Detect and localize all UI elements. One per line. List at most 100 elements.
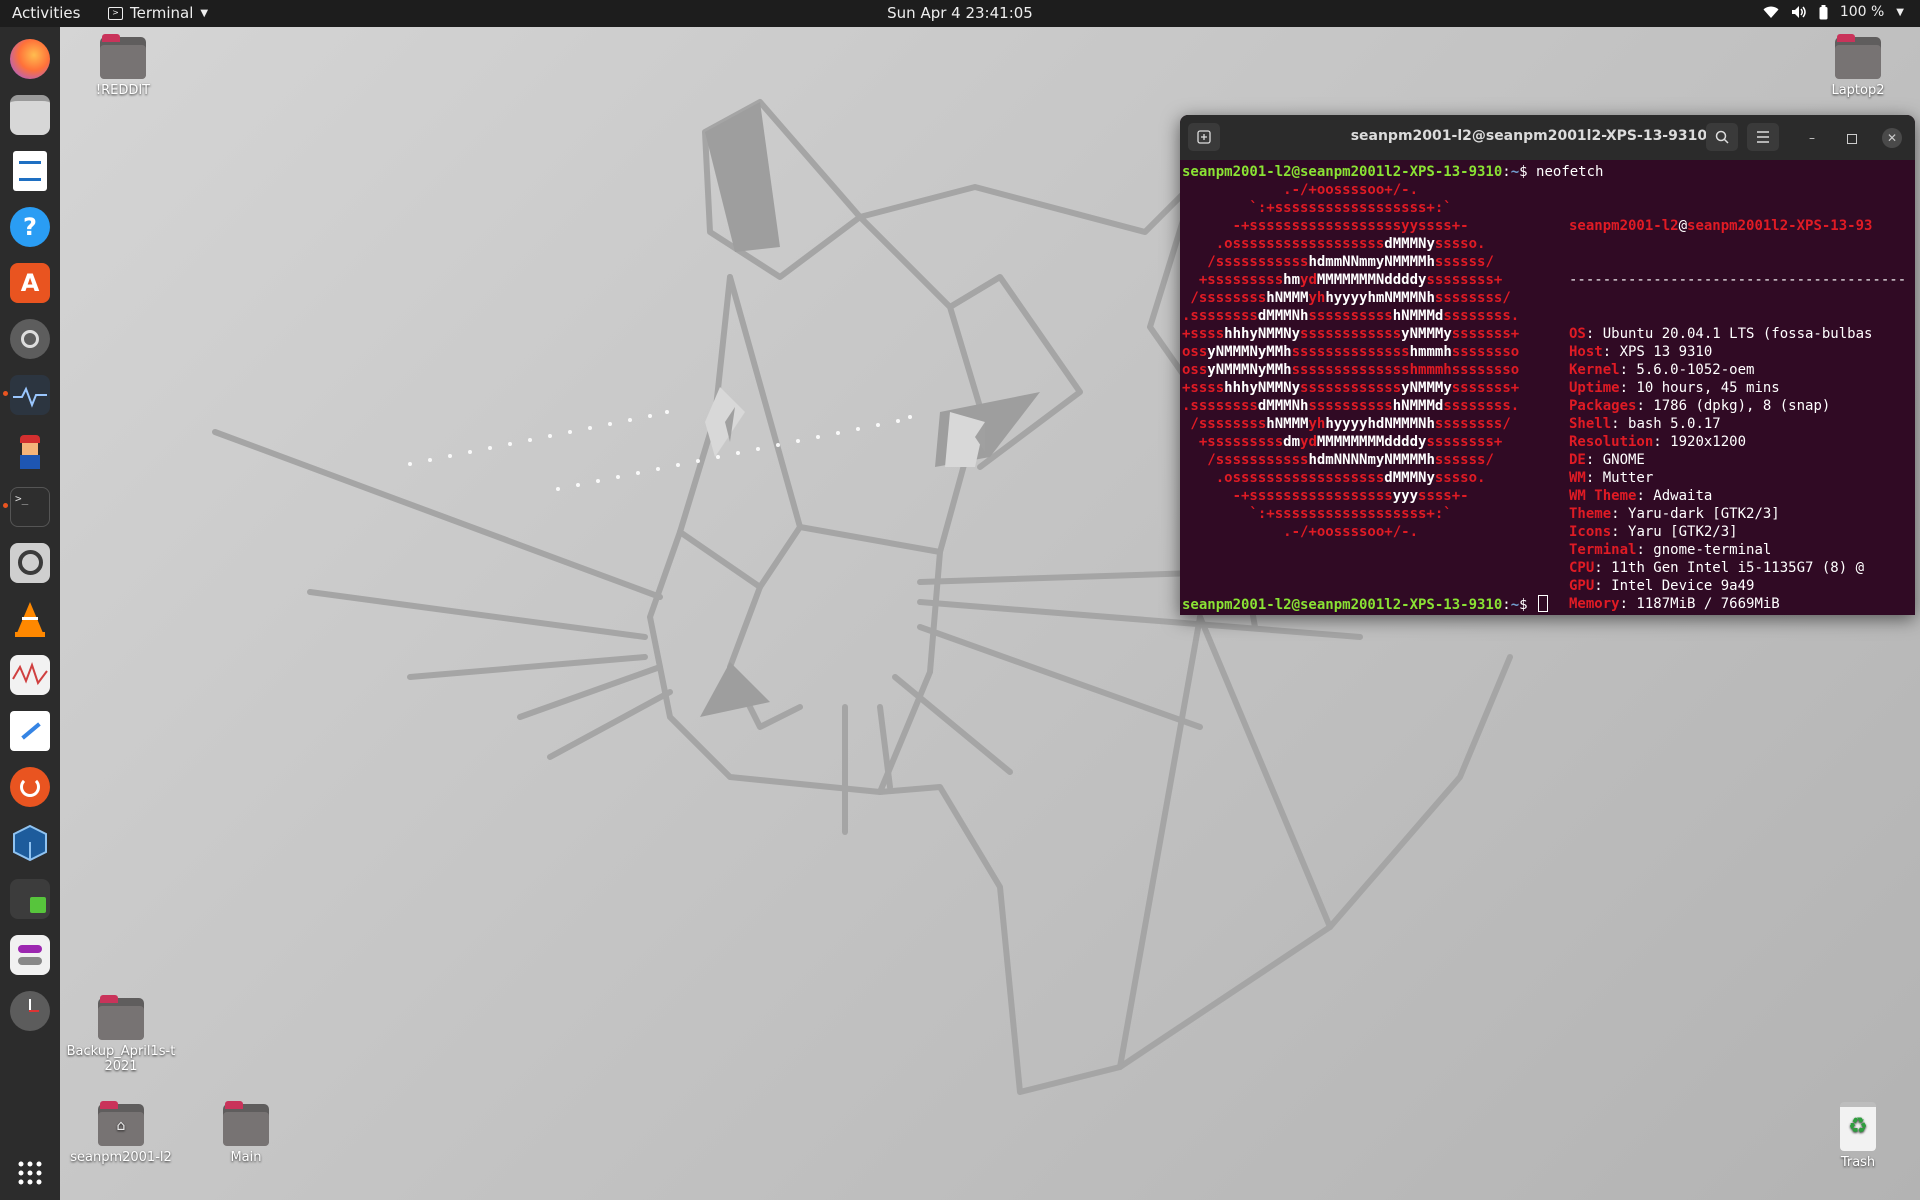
text-editor-icon[interactable]: [10, 711, 50, 751]
ascii-art-line: /ssssssssssshdmNNNNmyNMMMMhssssss/: [1182, 451, 1519, 469]
extension-icon[interactable]: [10, 879, 50, 919]
chevron-down-icon: ▼: [200, 7, 209, 19]
info-value: : GNOME: [1585, 452, 1645, 468]
close-button[interactable]: ✕: [1882, 128, 1902, 148]
ascii-art-segment: hNMMMd: [1392, 308, 1444, 324]
info-key: OS: [1569, 326, 1586, 342]
ascii-art-segment: ssssssssss: [1308, 398, 1393, 414]
tweaks-icon[interactable]: [10, 935, 50, 975]
prompt-user: seanpm2001-l2@seanpm2001l2-XPS-13-9310: [1182, 164, 1503, 180]
ascii-art-segment: ssssssssssss: [1300, 380, 1402, 396]
ascii-art-segment: sssssss+: [1451, 380, 1520, 396]
ascii-art-segment: ssssssssssss: [1300, 326, 1402, 342]
ascii-art-segment: yNMMMy: [1401, 380, 1452, 396]
app-menu[interactable]: > Terminal ▼: [108, 4, 208, 22]
info-value: : bash 5.0.17: [1611, 416, 1721, 432]
ascii-art-line: +ssssssssshmydMMMMMMMNddddyssssssss+: [1182, 271, 1519, 289]
desktop-folder-backup[interactable]: Backup_April1s-t2021: [66, 995, 176, 1074]
info-line: OS: Ubuntu 20.04.1 LTS (fossa-bulbas: [1569, 325, 1906, 343]
help-icon[interactable]: ?: [10, 207, 50, 247]
info-line: CPU: 11th Gen Intel i5-1135G7 (8) @: [1569, 559, 1906, 577]
terminal-window[interactable]: seanpm2001-l2@seanpm2001l2-XPS-13-9310 : …: [1180, 115, 1915, 615]
magnifier-icon[interactable]: [10, 543, 50, 583]
ascii-art-segment: hNMMM: [1266, 290, 1309, 306]
terminal-title: seanpm2001-l2@seanpm2001l2-XPS-13-9310: …: [1350, 128, 1730, 144]
minimize-icon: –: [1809, 131, 1815, 145]
ascii-art-line: ossyNMMMNyMMhsssssssssssssshmmmhssssssso: [1182, 361, 1519, 379]
terminal-icon[interactable]: >_: [10, 487, 50, 527]
ascii-art-line: .ossssssssssssssssssdMMMNysssso.: [1182, 235, 1519, 253]
prompt-user: seanpm2001-l2@seanpm2001l2-XPS-13-9310: [1182, 597, 1503, 613]
game-icon[interactable]: [10, 431, 50, 471]
ascii-art-segment: oss: [1182, 344, 1208, 360]
info-value: : 1920x1200: [1653, 434, 1747, 450]
desktop-trash[interactable]: ♻ Trash: [1803, 1102, 1913, 1170]
apps-grid-icon[interactable]: [18, 1161, 42, 1185]
desktop-folder-laptop2[interactable]: Laptop2: [1803, 34, 1913, 98]
firefox-icon[interactable]: [10, 39, 50, 79]
activities-button[interactable]: Activities: [12, 4, 80, 22]
desktop-icon-label: seanpm2001-l2: [70, 1150, 172, 1165]
info-value: : Yaru [GTK2/3]: [1611, 524, 1738, 540]
ascii-art-segment: dMMMNy: [1384, 236, 1435, 252]
info-value: : Intel Device 9a49: [1594, 578, 1755, 594]
info-value: : Yaru-dark [GTK2/3]: [1611, 506, 1780, 522]
system-tray[interactable]: 100 % ▼: [1763, 4, 1904, 20]
ascii-art-segment: MMMMMMMMddddy: [1316, 434, 1427, 450]
ascii-art-segment: sssssssssssssshmmmhssssssso: [1291, 362, 1520, 378]
ascii-art-segment: +ssss: [1182, 326, 1225, 342]
terminal-app-icon: >: [108, 6, 123, 20]
desktop-icon-label: !REDDIT: [95, 83, 151, 98]
ascii-art-segment: ssssssss.: [1443, 398, 1520, 414]
ascii-art-segment: hNMMM: [1266, 416, 1309, 432]
ascii-art-segment: /ssssssss: [1182, 416, 1267, 432]
files-icon[interactable]: [10, 95, 50, 135]
settings-icon[interactable]: [10, 319, 50, 359]
info-key: Shell: [1569, 416, 1612, 432]
system-monitor-icon[interactable]: [10, 375, 50, 415]
info-line: Icons: Yaru [GTK2/3]: [1569, 523, 1906, 541]
wifi-icon: [1763, 6, 1779, 18]
minimize-button[interactable]: –: [1802, 128, 1822, 148]
desktop-folder-main[interactable]: Main: [191, 1101, 301, 1165]
maximize-button[interactable]: [1842, 128, 1862, 148]
ascii-art-segment: yyy: [1392, 488, 1419, 504]
command-text: neofetch: [1536, 164, 1604, 180]
info-separator: ----------------------------------------: [1569, 272, 1907, 288]
ascii-art-segment: -+ssssssssssssssssssyyssss+-: [1182, 218, 1469, 234]
ascii-art-segment: ssssssss+: [1426, 434, 1503, 450]
stocks-icon[interactable]: [10, 655, 50, 695]
info-host: seanpm2001l2-XPS-13-93: [1687, 218, 1873, 234]
top-bar: Activities > Terminal ▼ Sun Apr 4 23:41:…: [0, 0, 1920, 27]
vlc-icon[interactable]: [10, 599, 50, 639]
menu-button[interactable]: [1747, 123, 1779, 151]
ascii-art-segment: .-/+oossssoo+/-.: [1182, 524, 1419, 540]
ascii-art-segment: dMMMNh: [1257, 308, 1309, 324]
terminal-output[interactable]: seanpm2001-l2@seanpm2001l2-XPS-13-9310:~…: [1182, 163, 1913, 613]
new-tab-button[interactable]: [1188, 123, 1220, 151]
software-icon[interactable]: A: [10, 263, 50, 303]
info-key: Uptime: [1569, 380, 1620, 396]
ascii-art-line: +sssshhhyNMMNyssssssssssssyNMMMysssssss+: [1182, 325, 1519, 343]
writer-icon[interactable]: [13, 151, 47, 191]
clock-icon[interactable]: [10, 991, 50, 1031]
desktop-folder-home[interactable]: ⌂ seanpm2001-l2: [66, 1101, 176, 1165]
dock: ? A >_: [0, 27, 60, 1200]
terminal-headerbar[interactable]: seanpm2001-l2@seanpm2001l2-XPS-13-9310: …: [1180, 115, 1915, 160]
info-key: Kernel: [1569, 362, 1620, 378]
ascii-art-line: -+sssssssssssssssssyyyssss+-: [1182, 487, 1519, 505]
updates-icon[interactable]: [10, 767, 50, 807]
virtualbox-icon[interactable]: [10, 823, 50, 863]
new-tab-icon: [1197, 130, 1211, 144]
info-value: : Adwaita: [1636, 488, 1713, 504]
clock[interactable]: Sun Apr 4 23:41:05: [887, 4, 1033, 22]
ascii-art-segment: ssssssss.: [1443, 308, 1520, 324]
info-key: GPU: [1569, 578, 1595, 594]
ascii-art-segment: ssssssso: [1451, 344, 1520, 360]
info-line: WM: Mutter: [1569, 469, 1906, 487]
ascii-art-segment: sssso.: [1434, 470, 1486, 486]
ascii-art-line: /ssssssssssshdmmNNmmyNMMMMhssssss/: [1182, 253, 1519, 271]
desktop-folder-reddit[interactable]: !REDDIT: [68, 34, 178, 98]
ascii-art-segment: ssssssss/: [1434, 416, 1511, 432]
search-button[interactable]: [1706, 123, 1738, 151]
